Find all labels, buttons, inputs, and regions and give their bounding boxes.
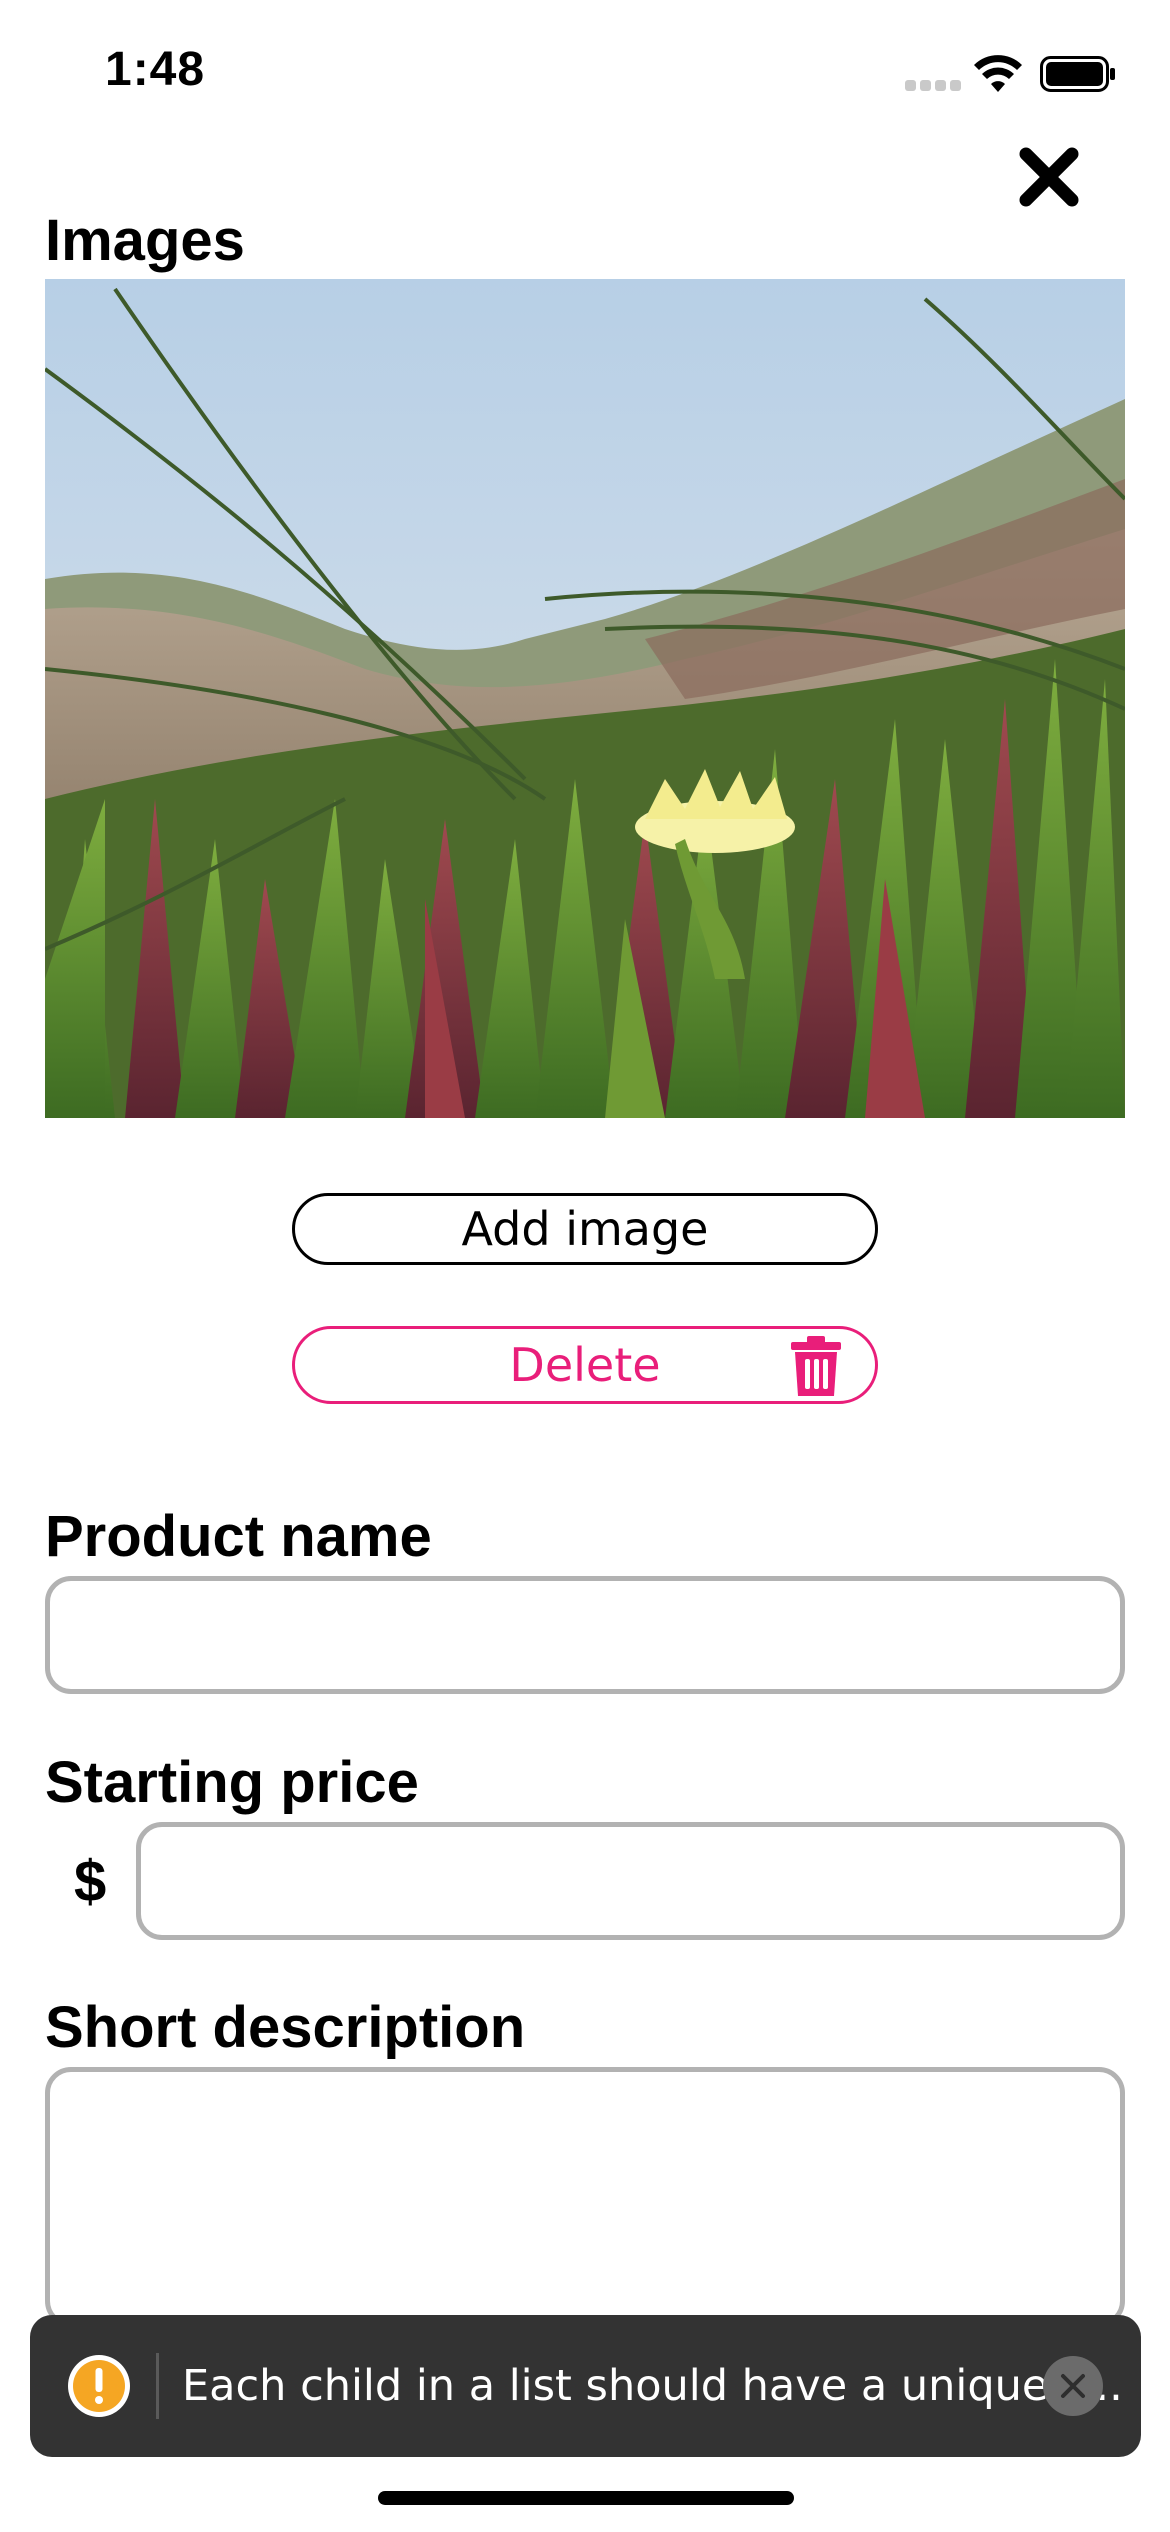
warning-toast[interactable]: Each child in a list should have a uniqu… (30, 2315, 1141, 2457)
product-name-input[interactable] (45, 1576, 1125, 1694)
add-image-button[interactable]: Add image (292, 1193, 878, 1265)
add-image-label: Add image (461, 1202, 709, 1256)
signal-icon (905, 80, 961, 92)
images-title: Images (45, 208, 245, 273)
short-description-input[interactable] (45, 2067, 1125, 2327)
product-name-title: Product name (45, 1504, 432, 1569)
screen: 1:48 Images Add image Delete Product nam… (0, 0, 1170, 2532)
delete-label: Delete (509, 1338, 661, 1392)
toast-divider (156, 2353, 159, 2419)
short-description-title: Short description (45, 1995, 526, 2060)
delete-button[interactable]: Delete (292, 1326, 878, 1404)
product-image[interactable] (45, 279, 1125, 1118)
trash-icon (791, 1336, 841, 1396)
starting-price-title: Starting price (45, 1750, 419, 1815)
currency-symbol: $ (74, 1849, 107, 1914)
home-indicator (378, 2491, 794, 2505)
warning-icon (68, 2355, 130, 2417)
status-time: 1:48 (105, 43, 206, 96)
close-icon[interactable] (1018, 146, 1080, 208)
battery-icon (1040, 56, 1115, 92)
close-circle-icon[interactable] (1043, 2356, 1103, 2416)
starting-price-input[interactable] (136, 1822, 1125, 1940)
toast-message: Each child in a list should have a uniqu… (182, 2361, 1123, 2411)
wifi-icon (974, 55, 1022, 92)
